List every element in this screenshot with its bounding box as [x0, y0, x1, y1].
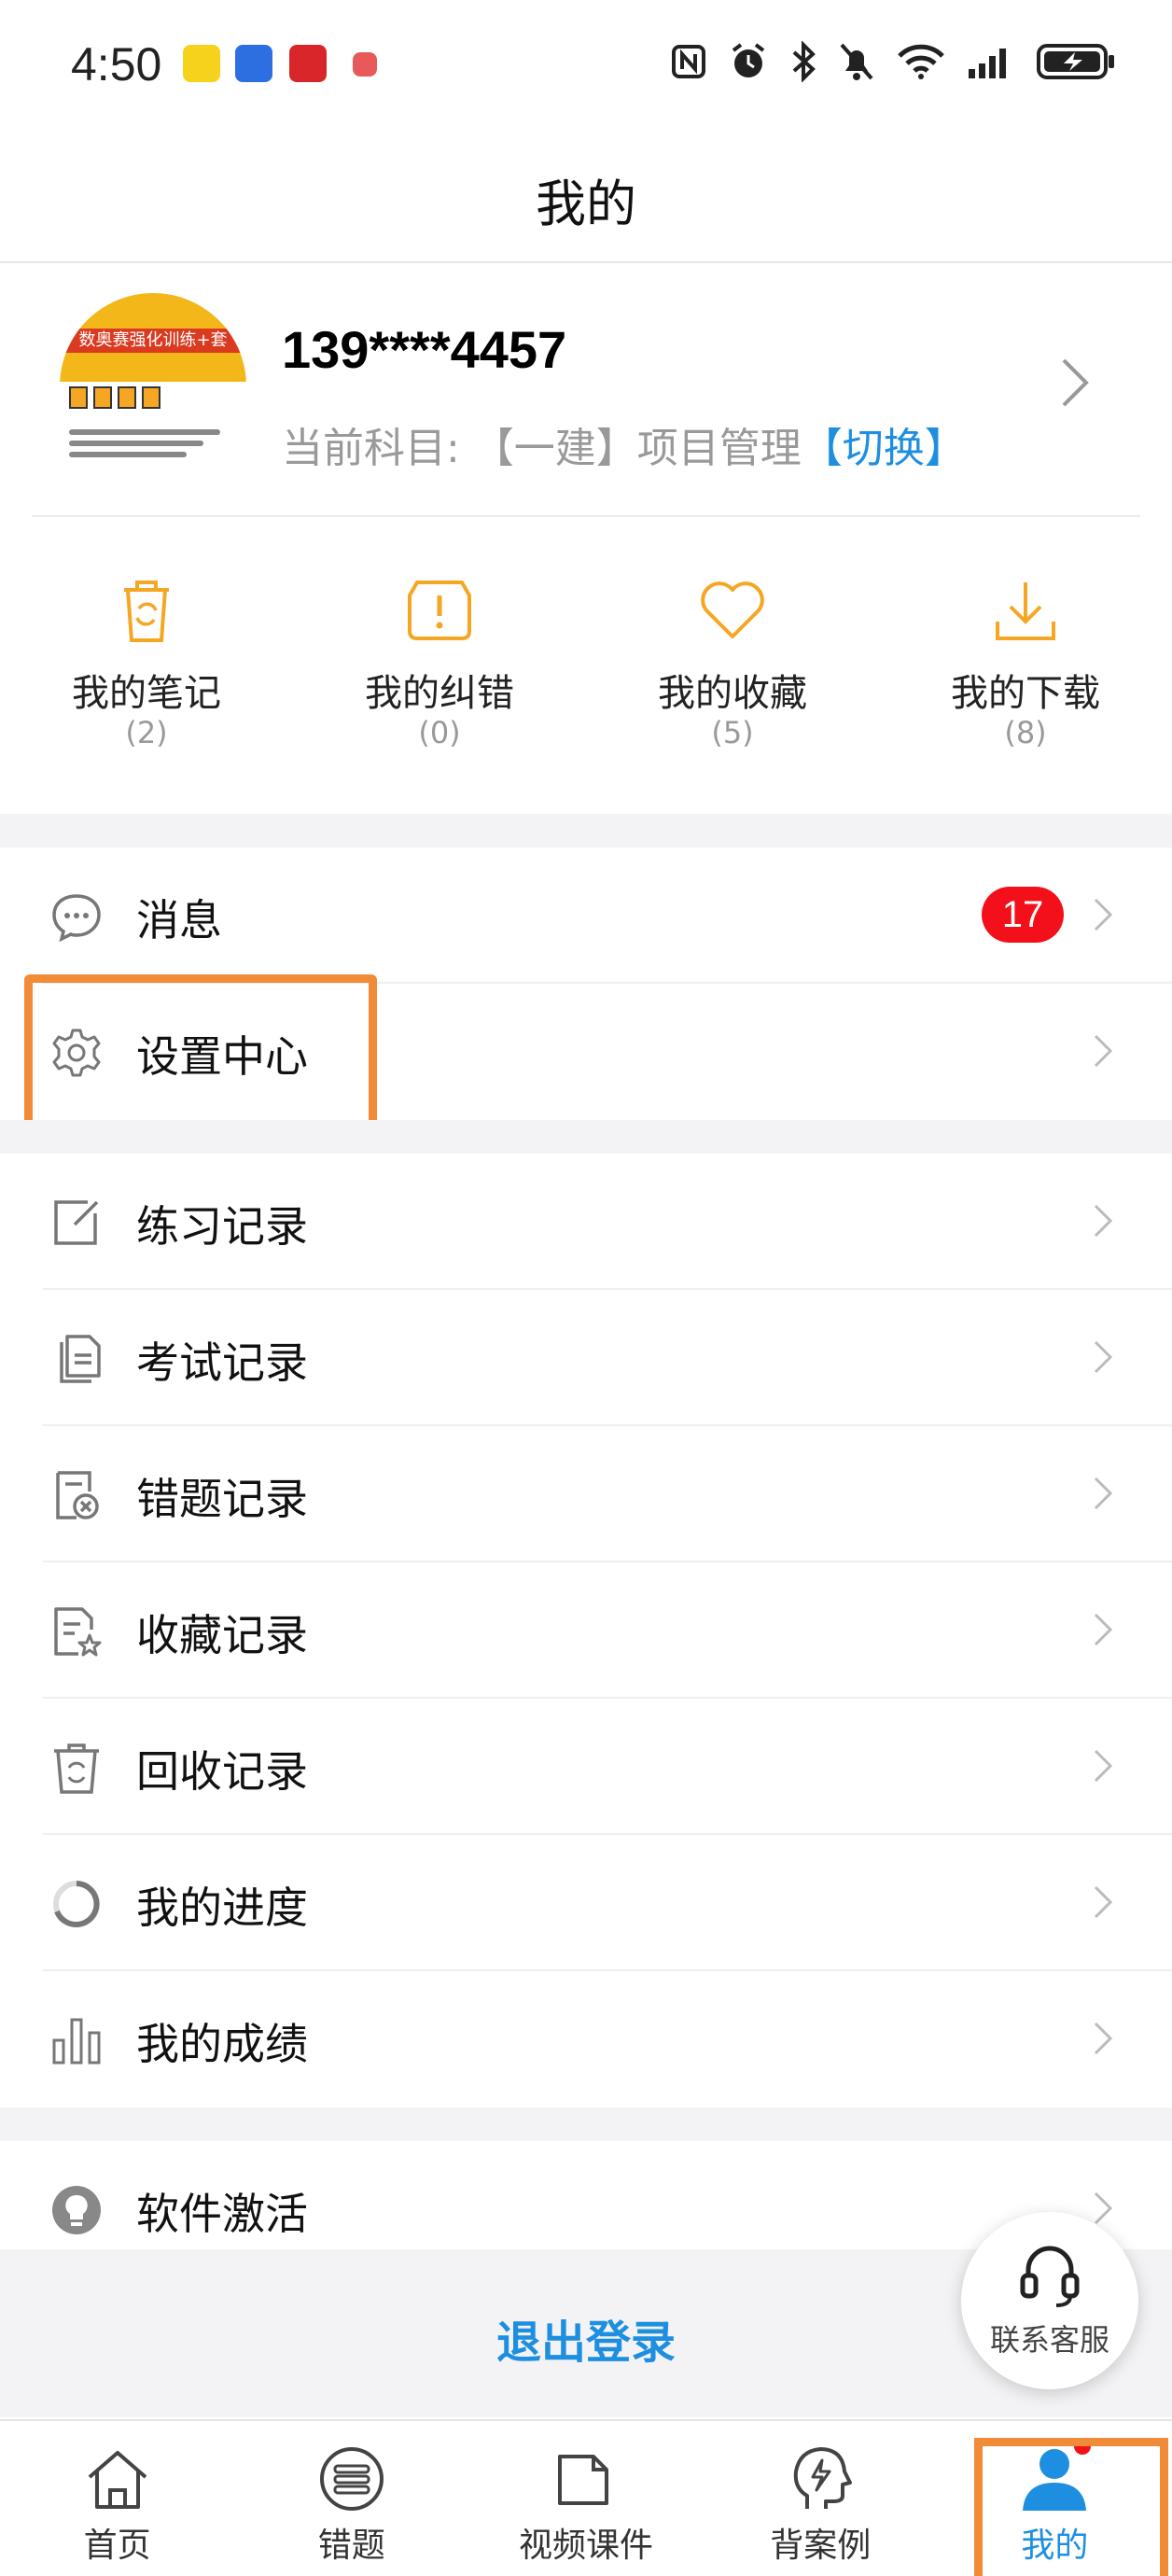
quick-action-favorites[interactable]: 我的收藏 (5) [586, 519, 879, 814]
subject-prefix: 当前科目: [282, 425, 473, 472]
chevron-right-icon [1094, 2022, 1113, 2055]
mute-icon [840, 43, 873, 80]
alarm-icon [732, 43, 765, 77]
star-doc-icon [54, 1607, 102, 1657]
document-icon [60, 1335, 101, 1383]
edit-icon [54, 1200, 99, 1245]
section-gap [0, 1120, 1172, 1154]
wrong-doc-icon [56, 1471, 99, 1519]
chevron-right-icon [1094, 1885, 1113, 1919]
chevron-right-icon [1094, 1749, 1113, 1783]
quick-actions: 我的笔记 (2) 我的纠错 (0) 我的收藏 (5) 我的下载 (8) [0, 519, 1172, 814]
menu-item-label: 消息 [136, 895, 222, 945]
section-gap [0, 814, 1172, 847]
quick-action-corrections[interactable]: 我的纠错 (0) [293, 519, 586, 814]
quick-action-count: (8) [1004, 715, 1047, 750]
tab-label: 视频课件 [519, 2527, 654, 2565]
menu-item-my-scores[interactable]: 我的成绩 [0, 1971, 1172, 2107]
chevron-right-icon [1094, 1340, 1113, 1374]
avatar[interactable]: 数奥赛强化训练+套 [60, 293, 246, 480]
menu-item-label: 软件激活 [136, 2189, 308, 2239]
menu-item-messages[interactable]: 消息 17 [0, 847, 1172, 984]
menu-item-my-progress[interactable]: 我的进度 [0, 1835, 1172, 1971]
user-phone: 139****4457 [282, 320, 567, 379]
quick-action-label: 我的下载 [951, 672, 1100, 715]
chevron-right-icon [1094, 1034, 1113, 1068]
tab-home[interactable]: 首页 [0, 2421, 234, 2576]
tab-label: 错题 [317, 2527, 385, 2565]
quick-action-label: 我的收藏 [658, 672, 807, 715]
section-gap [0, 2107, 1172, 2141]
page-title: 我的 [536, 175, 636, 233]
menu-item-label: 回收记录 [136, 1746, 308, 1797]
notes-trash-icon [124, 581, 169, 642]
menu-item-label: 练习记录 [136, 1201, 308, 1252]
bar-chart-icon [52, 2018, 101, 2065]
profile-card[interactable]: 数奥赛强化训练+套 139****4457 当前科目: 【一建】项目管理【切换】 [0, 265, 1172, 517]
app-notification-icon [289, 45, 327, 82]
alert-icon [408, 581, 471, 640]
folder-icon [558, 2455, 608, 2505]
message-icon [52, 894, 101, 943]
wrong-list-icon [319, 2447, 384, 2511]
menu-item-wrong-records[interactable]: 错题记录 [0, 1426, 1172, 1562]
menu-item-label: 考试记录 [136, 1337, 308, 1388]
menu-item-recycle-records[interactable]: 回收记录 [0, 1699, 1172, 1835]
chevron-right-icon [1094, 1204, 1113, 1238]
quick-action-notes[interactable]: 我的笔记 (2) [0, 519, 293, 814]
menu-item-exam-records[interactable]: 考试记录 [0, 1290, 1172, 1426]
divider [32, 515, 1140, 517]
menu-item-label: 收藏记录 [136, 1610, 308, 1660]
customer-service-label: 联系客服 [989, 2322, 1109, 2358]
status-time: 4:50 [71, 38, 162, 91]
chevron-right-icon [1094, 1613, 1113, 1646]
status-bar: 4:50 [0, 0, 1172, 131]
wifi-icon [898, 44, 944, 79]
tab-case-study[interactable]: 背案例 [704, 2421, 938, 2576]
battery-charging-icon [1037, 44, 1114, 79]
page-header: 我的 [0, 131, 1172, 263]
bluetooth-icon [792, 41, 816, 82]
quick-action-count: (5) [711, 715, 754, 750]
app-notification-icon [353, 52, 377, 77]
tab-label: 首页 [83, 2527, 151, 2565]
heart-icon [701, 581, 764, 638]
home-icon [88, 2451, 146, 2509]
chevron-right-icon [1094, 898, 1113, 931]
progress-icon [53, 1881, 100, 1927]
tab-label: 背案例 [770, 2527, 872, 2565]
quick-action-count: (0) [418, 715, 461, 750]
menu-item-label: 我的成绩 [136, 2019, 308, 2069]
avatar-banner-text: 数奥赛强化训练+套 [60, 329, 246, 353]
app-notification-icon [235, 45, 272, 82]
subject-name: 【一建】项目管理 [472, 425, 802, 472]
signal-icon [969, 49, 1006, 78]
switch-subject-link[interactable]: 【切换】 [802, 425, 966, 472]
menu-item-favorite-records[interactable]: 收藏记录 [0, 1562, 1172, 1699]
download-icon [996, 582, 1055, 640]
menu-item-label: 我的进度 [136, 1883, 308, 1933]
app-notification-icon [183, 45, 220, 82]
menu-item-label: 错题记录 [136, 1474, 308, 1524]
bulb-icon [52, 2186, 101, 2234]
quick-action-label: 我的笔记 [72, 672, 221, 715]
chevron-right-icon [1094, 1477, 1113, 1510]
headset-icon [1020, 2246, 1080, 2307]
chevron-right-icon[interactable] [1058, 355, 1092, 411]
quick-action-count: (2) [125, 715, 168, 750]
highlight-annotation [974, 2438, 1168, 2576]
unread-badge: 17 [982, 887, 1064, 943]
head-icon [793, 2447, 853, 2509]
tab-video-courses[interactable]: 视频课件 [468, 2421, 703, 2576]
quick-action-label: 我的纠错 [365, 672, 514, 715]
tab-wrong-questions[interactable]: 错题 [234, 2421, 468, 2576]
chevron-right-icon [1094, 2191, 1113, 2225]
nfc-icon [672, 45, 705, 78]
current-subject: 当前科目: 【一建】项目管理【切换】 [282, 414, 966, 474]
menu-item-practice-records[interactable]: 练习记录 [0, 1154, 1172, 1290]
recycle-icon [54, 1743, 99, 1794]
customer-service-button[interactable]: 联系客服 [961, 2212, 1138, 2389]
quick-action-downloads[interactable]: 我的下载 (8) [879, 519, 1172, 814]
